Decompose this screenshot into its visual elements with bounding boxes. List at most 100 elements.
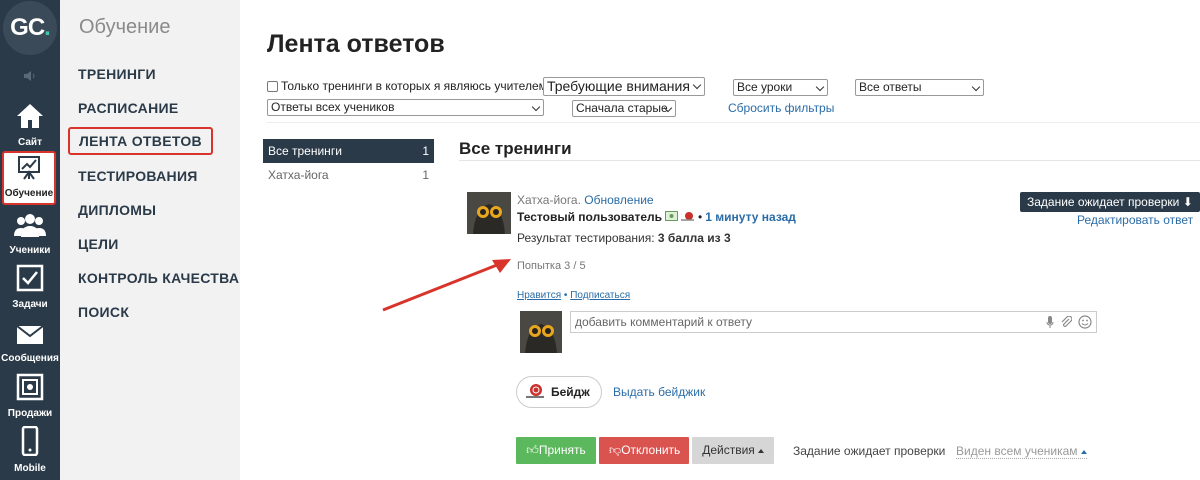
- filters-divider: [267, 122, 1200, 123]
- training-row-all[interactable]: Все тренинги 1: [263, 139, 434, 163]
- like-link[interactable]: Нравится: [517, 290, 561, 301]
- menu-item-testing[interactable]: ТЕСТИРОВАНИЯ: [78, 168, 198, 184]
- entry-user-line: Тестовый пользователь • 1 минуту назад: [517, 210, 796, 224]
- edit-answer-link[interactable]: Редактировать ответ: [1077, 213, 1193, 227]
- checkbox-icon: [16, 264, 44, 297]
- paperclip-icon[interactable]: [1060, 315, 1073, 331]
- entry-lesson-link: Хатха-йога. Обновление: [517, 193, 654, 207]
- rail-label-tasks: Задачи: [12, 299, 48, 310]
- give-badge-link[interactable]: Выдать бейджик: [613, 385, 705, 399]
- snail-badge-icon: [525, 382, 545, 403]
- logo-dot: .: [44, 14, 51, 41]
- rail-label-students: Ученики: [9, 245, 51, 256]
- await-review-button[interactable]: Задание ожидает проверки ⬇: [1020, 192, 1200, 212]
- comment-placeholder: добавить комментарий к ответу: [575, 315, 753, 329]
- training-count: 1: [422, 168, 429, 182]
- attempt-counter: Попытка 3 / 5: [517, 260, 586, 272]
- badge-pill[interactable]: Бейдж: [516, 376, 602, 408]
- visibility-label: Виден всем ученикам: [956, 444, 1078, 458]
- user-time-separator: •: [698, 210, 703, 224]
- like-separator: •: [563, 290, 568, 301]
- reset-filters-link[interactable]: Сбросить фильтры: [728, 101, 834, 115]
- training-name: Все тренинги: [268, 144, 342, 158]
- speaker-icon[interactable]: [0, 66, 60, 86]
- caret-up-icon: [757, 448, 764, 453]
- like-subscribe-row: Нравится • Подписаться: [517, 290, 630, 301]
- snail-badge-icon: [681, 210, 695, 224]
- section-menu: Обучение ТРЕНИНГИ РАСПИСАНИЕ ЛЕНТА ОТВЕТ…: [60, 0, 240, 480]
- rail-label-site: Сайт: [18, 137, 42, 148]
- students-select[interactable]: Ответы всех учеников: [267, 99, 544, 116]
- lessons-select[interactable]: Все уроки: [733, 79, 828, 96]
- menu-item-goals[interactable]: ЦЕЛИ: [78, 236, 119, 252]
- home-icon: [15, 102, 45, 135]
- rail-label-mobile: Mobile: [14, 463, 46, 474]
- training-name: Хатха-йога: [268, 168, 329, 182]
- money-icon: [665, 210, 679, 224]
- result-label: Результат тестирования:: [517, 231, 655, 245]
- teacher-only-filter[interactable]: Только тренинги в которых я являюсь учит…: [267, 79, 547, 93]
- rail-label-learning: Обучение: [4, 188, 54, 199]
- chart-board-icon: [16, 155, 42, 186]
- user-name[interactable]: Тестовый пользователь: [517, 210, 662, 224]
- avatar[interactable]: [467, 192, 511, 234]
- actions-label: Действия: [702, 443, 755, 457]
- commenter-avatar: [520, 311, 562, 353]
- rail-item-sales[interactable]: Продажи: [0, 369, 60, 423]
- rail-item-messages[interactable]: Сообщения: [0, 314, 60, 368]
- annotation-arrow-icon: [382, 259, 511, 312]
- rail-label-messages: Сообщения: [1, 353, 59, 364]
- answer-time-link[interactable]: 1 минуту назад: [705, 210, 796, 224]
- thumbs-down-icon: 👎︎: [609, 443, 622, 457]
- safe-icon: [16, 373, 44, 406]
- result-value: 3 балла из 3: [657, 231, 731, 245]
- teacher-only-label: Только тренинги в которых я являюсь учит…: [281, 79, 547, 93]
- rail-item-students[interactable]: Ученики: [0, 206, 60, 260]
- icon-sidebar: GC. Сайт Обучение Ученики Задачи Сообщен…: [0, 0, 60, 480]
- rail-item-tasks[interactable]: Задачи: [0, 260, 60, 314]
- microphone-icon[interactable]: [1046, 316, 1054, 331]
- answers-select[interactable]: Все ответы: [855, 79, 984, 96]
- menu-title: Обучение: [79, 16, 171, 38]
- section-title: Все тренинги: [459, 139, 572, 158]
- task-status: Задание ожидает проверки: [793, 444, 946, 458]
- teacher-only-checkbox[interactable]: [267, 80, 278, 92]
- phone-icon: [20, 425, 40, 461]
- entry-training: Хатха-йога.: [517, 193, 581, 207]
- trainings-list: Все тренинги 1 Хатха-йога 1: [263, 139, 434, 187]
- visibility-dropdown[interactable]: Виден всем ученикам: [956, 444, 1087, 459]
- reject-label: Отклонить: [621, 443, 681, 457]
- menu-item-quality-control[interactable]: КОНТРОЛЬ КАЧЕСТВА: [78, 270, 239, 286]
- rail-item-learning[interactable]: Обучение: [2, 151, 56, 205]
- comment-tools: [1046, 315, 1092, 332]
- logo-mark: GC.: [3, 1, 57, 55]
- entry-lesson[interactable]: Обновление: [584, 193, 653, 207]
- menu-item-schedule[interactable]: РАСПИСАНИЕ: [78, 100, 179, 116]
- logo[interactable]: GC.: [0, 0, 60, 56]
- comment-input[interactable]: добавить комментарий к ответу: [570, 311, 1097, 333]
- rail-label-sales: Продажи: [7, 408, 53, 419]
- menu-item-diplomas[interactable]: ДИПЛОМЫ: [78, 202, 156, 218]
- menu-item-answers-feed[interactable]: ЛЕНТА ОТВЕТОВ: [68, 127, 213, 155]
- accept-button[interactable]: 👍︎Принять: [516, 437, 596, 464]
- subscribe-link[interactable]: Подписаться: [570, 290, 630, 301]
- envelope-icon: [16, 324, 44, 351]
- order-select[interactable]: Сначала старые: [572, 100, 676, 117]
- logo-text: GC: [10, 14, 45, 41]
- badge-label: Бейдж: [551, 385, 590, 399]
- menu-item-trainings[interactable]: ТРЕНИНГИ: [78, 66, 156, 82]
- reject-button[interactable]: 👎︎Отклонить: [599, 437, 689, 464]
- training-row-hatha-yoga[interactable]: Хатха-йога 1: [263, 163, 434, 187]
- emoji-icon[interactable]: [1078, 315, 1092, 332]
- page-title: Лента ответов: [267, 30, 445, 58]
- test-result: Результат тестирования: 3 балла из 3: [517, 231, 731, 245]
- rail-item-mobile[interactable]: Mobile: [0, 424, 60, 478]
- thumbs-up-icon: 👍︎: [526, 443, 539, 457]
- menu-item-search[interactable]: ПОИСК: [78, 304, 129, 320]
- caret-up-icon: [1080, 449, 1087, 454]
- actions-button[interactable]: Действия: [692, 437, 774, 464]
- status-select[interactable]: Требующие внимания: [543, 77, 705, 96]
- await-review-label: Задание ожидает проверки: [1027, 195, 1180, 209]
- arrow-down-icon: ⬇: [1182, 195, 1193, 209]
- rail-item-site[interactable]: Сайт: [0, 98, 60, 152]
